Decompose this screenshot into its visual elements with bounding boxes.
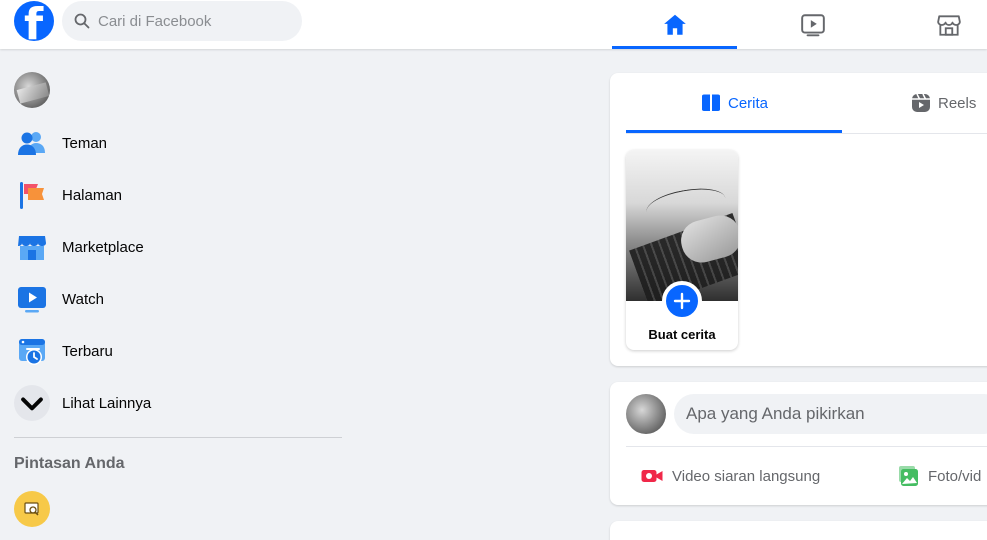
marketplace-icon-wrap [14, 229, 50, 265]
home-icon [663, 14, 686, 35]
composer-separator [626, 446, 987, 447]
shortcut-item[interactable] [14, 491, 50, 527]
recent-icon-wrap [14, 333, 50, 369]
top-navigation-bar: f [0, 0, 987, 49]
video-icon [800, 13, 825, 36]
sidebar-item-label: Teman [62, 134, 108, 152]
sidebar-item-label: Terbaru [62, 342, 113, 360]
live-video-button[interactable]: Video siaran langsung [640, 462, 820, 490]
create-story-card[interactable]: Buat cerita [626, 150, 738, 350]
action-label: Video siaran langsung [672, 467, 821, 485]
action-label: Foto/vid [928, 467, 982, 485]
marketplace-icon [937, 14, 961, 36]
pages-icon-wrap [14, 177, 50, 213]
friends-icon [18, 132, 45, 155]
avatar[interactable] [14, 72, 50, 108]
sidebar-item-label: Halaman [62, 186, 123, 204]
composer-placeholder: Apa yang Anda pikirkan [686, 404, 865, 423]
tab-label: Cerita [727, 94, 768, 112]
tab-home[interactable] [612, 0, 737, 49]
sidebar-item-label: Lihat Lainnya [62, 394, 152, 412]
active-tab-indicator [612, 46, 737, 49]
sidebar-item-label: Marketplace [62, 238, 144, 256]
logo-letter: f [24, 1, 44, 42]
add-story-button[interactable] [662, 281, 702, 321]
tab-marketplace[interactable] [888, 0, 987, 49]
search-box[interactable] [62, 1, 302, 41]
friends-icon-wrap [14, 125, 50, 161]
reels-icon [912, 93, 930, 112]
book-icon [701, 94, 720, 111]
marketplace-icon [18, 236, 46, 260]
sidebar-item-marketplace[interactable]: Marketplace [14, 227, 344, 267]
avatar[interactable] [626, 394, 666, 434]
sidebar-item-friends[interactable]: Teman [14, 123, 344, 163]
tab-reels[interactable]: Reels [910, 73, 987, 133]
photo-icon [899, 466, 918, 486]
sidebar-item-see-more[interactable]: Lihat Lainnya [14, 383, 344, 423]
live-video-icon [641, 470, 663, 482]
see-more-circle [14, 385, 50, 421]
watch-icon-wrap [14, 281, 50, 317]
shortcut-icon [24, 502, 39, 516]
tab-video[interactable] [750, 0, 875, 49]
recent-icon [19, 339, 45, 365]
post-composer-card: Apa yang Anda pikirkan Video siaran lang… [610, 382, 987, 505]
chevron-down-icon [21, 397, 43, 411]
composer-input[interactable]: Apa yang Anda pikirkan [674, 394, 987, 434]
sidebar-item-recent[interactable]: Terbaru [14, 331, 344, 371]
facebook-logo[interactable]: f [14, 1, 54, 41]
shortcuts-heading: Pintasan Anda [14, 455, 125, 472]
sidebar-divider [14, 437, 342, 438]
pages-flag-icon [20, 182, 44, 209]
sidebar-item-pages[interactable]: Halaman [14, 175, 344, 215]
story-cover-image [626, 150, 738, 301]
search-input[interactable] [98, 12, 288, 30]
create-story-label: Buat cerita [648, 327, 716, 342]
watch-icon [18, 287, 46, 313]
tab-separator [626, 133, 987, 134]
plus-icon [673, 292, 691, 310]
search-icon [74, 13, 90, 29]
tab-stories[interactable]: Cerita [626, 73, 842, 133]
next-feed-card [610, 521, 987, 540]
sidebar-item-label: Watch [62, 290, 104, 308]
tab-label: Reels [938, 94, 977, 112]
sidebar-item-watch[interactable]: Watch [14, 279, 344, 319]
stories-card: Cerita Reels Buat cerita [610, 73, 987, 366]
see-more-icon-wrap [14, 385, 50, 421]
photo-video-button[interactable]: Foto/vid [896, 462, 981, 490]
